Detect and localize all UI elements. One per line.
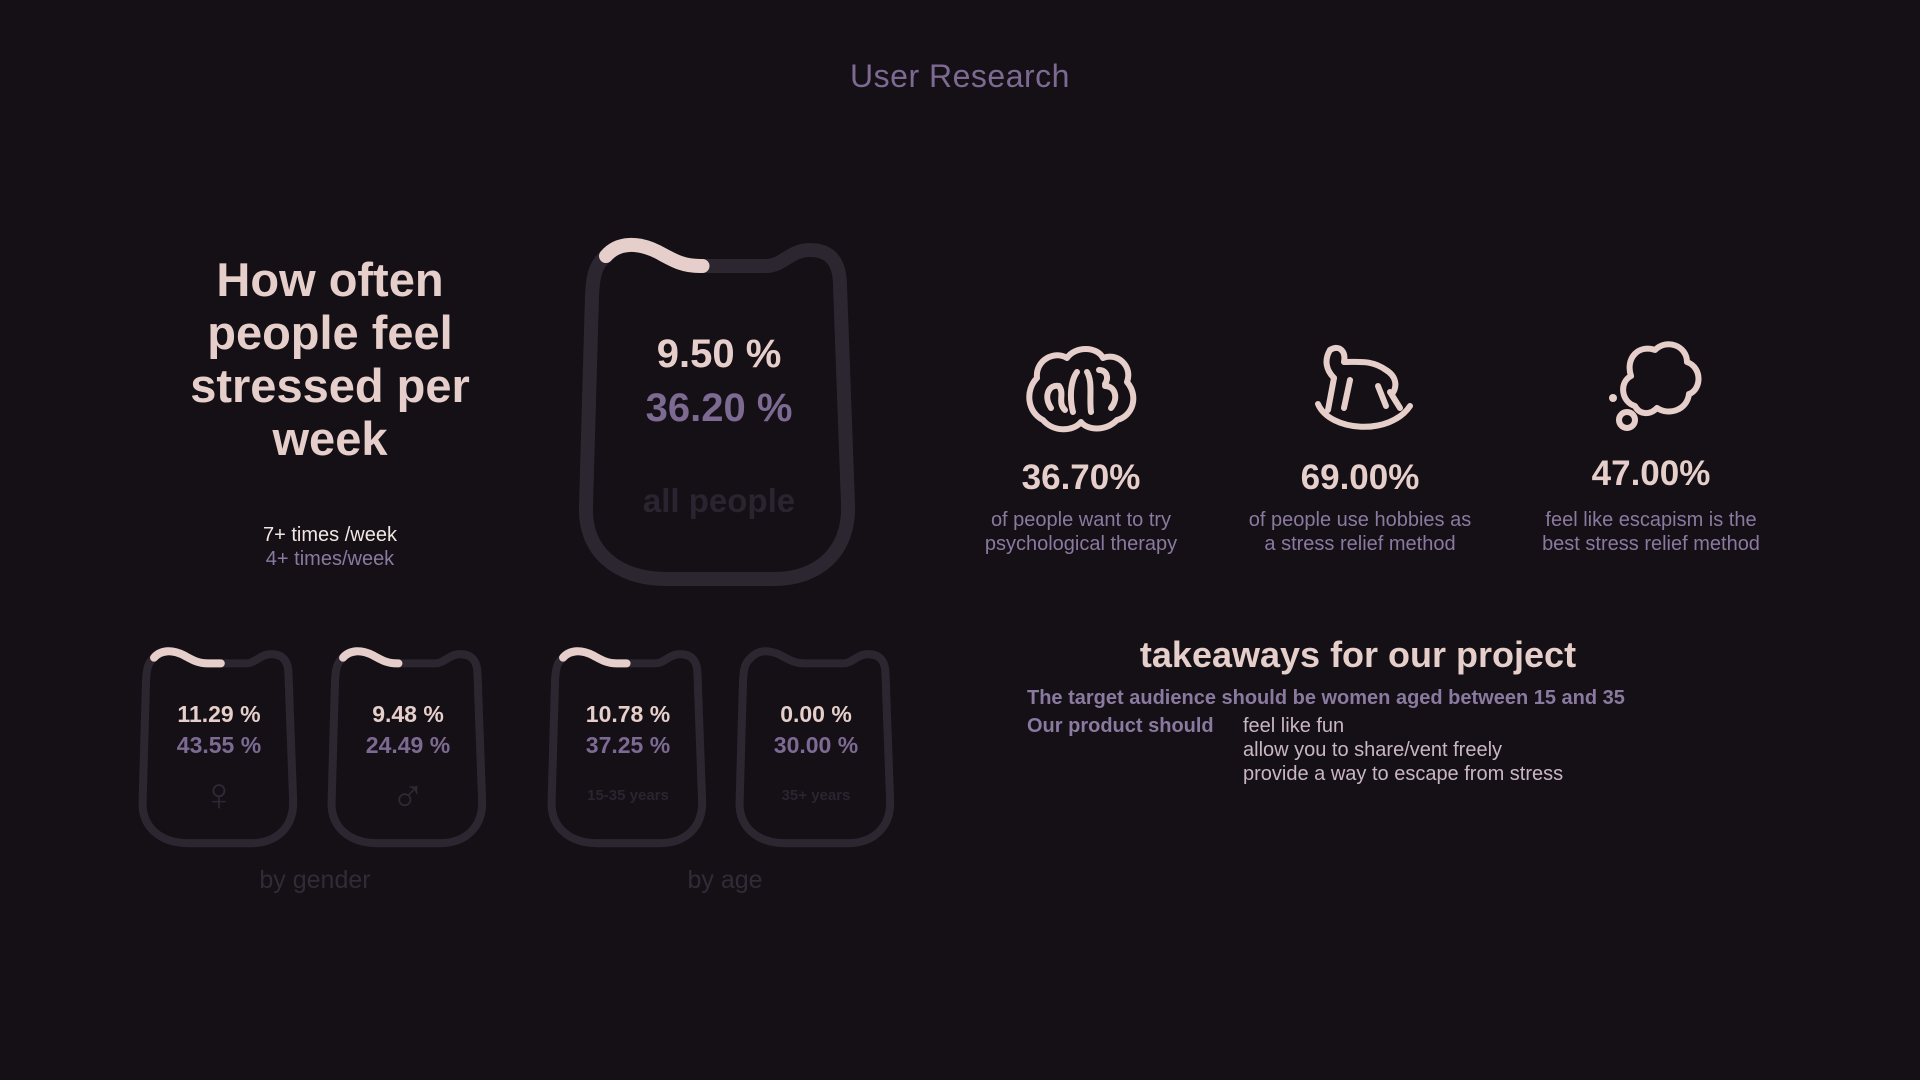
gauge-value-primary: 11.29 % — [177, 701, 261, 727]
takeaways-title: takeaways for our project — [1139, 634, 1577, 675]
takeaway-item: allow you to share/vent freely — [1243, 739, 1503, 761]
gauge-label: 15-35 years — [587, 787, 669, 804]
female-symbol-icon: ♀ — [201, 768, 237, 820]
gauge-value-secondary: 24.49 % — [365, 732, 451, 758]
cloud-bubble-icon — [1609, 341, 1702, 431]
stat-value: 69.00% — [1300, 458, 1420, 497]
stat-value: 36.70% — [1021, 458, 1141, 497]
takeaway-product-label: Our product should — [1027, 715, 1214, 737]
stat-desc-line2: psychological therapy — [984, 533, 1178, 555]
stat-escapism: 47.00% feel like escapism is the best st… — [1506, 336, 1796, 556]
legend-primary: 7+ times /week — [263, 524, 397, 546]
stat-desc-line1: of people want to try — [990, 509, 1172, 531]
rocking-horse-icon — [1315, 344, 1413, 430]
gauge-value-secondary: 43.55 % — [176, 732, 262, 758]
gauge-age-35-plus: 0.00 % 30.00 % 35+ years — [735, 645, 897, 849]
gauge-value-primary: 10.78 % — [585, 701, 671, 727]
gauge-value-primary: 9.48 % — [372, 701, 444, 727]
gauge-female: 11.29 % 43.55 % ♀ — [138, 645, 300, 849]
gauge-label: 35+ years — [781, 787, 851, 804]
gauge-label: all people — [642, 482, 796, 519]
gauge-all-people: 9.50 % 36.20 % all people — [578, 234, 860, 589]
stat-desc-line2: best stress relief method — [1542, 533, 1760, 555]
headline: How often people feel stressed per week — [190, 253, 470, 465]
stat-desc-line1: feel like escapism is the — [1545, 509, 1757, 531]
group-label-gender: by gender — [259, 866, 371, 894]
stat-desc-line1: of people use hobbies as — [1248, 509, 1472, 531]
takeaway-item: feel like fun — [1243, 715, 1345, 737]
brain-icon — [1026, 346, 1137, 433]
stat-therapy: 36.70% of people want to try psychologic… — [936, 340, 1226, 560]
gauge-value-primary: 9.50 % — [656, 332, 782, 376]
gauge-male: 9.48 % 24.49 % ♂ — [327, 645, 489, 849]
male-symbol-icon: ♂ — [390, 768, 426, 820]
gauge-value-secondary: 37.25 % — [585, 732, 671, 758]
gauge-value-primary: 0.00 % — [780, 701, 852, 727]
page-title: User Research — [850, 58, 1070, 94]
gauge-value-secondary: 36.20 % — [645, 386, 793, 430]
takeaway-item: provide a way to escape from stress — [1243, 763, 1564, 785]
gauge-age-15-35: 10.78 % 37.25 % 15-35 years — [547, 645, 709, 849]
stat-desc-line2: a stress relief method — [1264, 533, 1456, 555]
stat-value: 47.00% — [1591, 454, 1711, 493]
group-label-age: by age — [687, 866, 763, 894]
legend-secondary: 4+ times/week — [265, 548, 395, 570]
stat-hobbies: 69.00% of people use hobbies as a stress… — [1215, 340, 1505, 560]
takeaway-audience: The target audience should be women aged… — [1027, 687, 1625, 709]
gauge-value-secondary: 30.00 % — [773, 732, 859, 758]
